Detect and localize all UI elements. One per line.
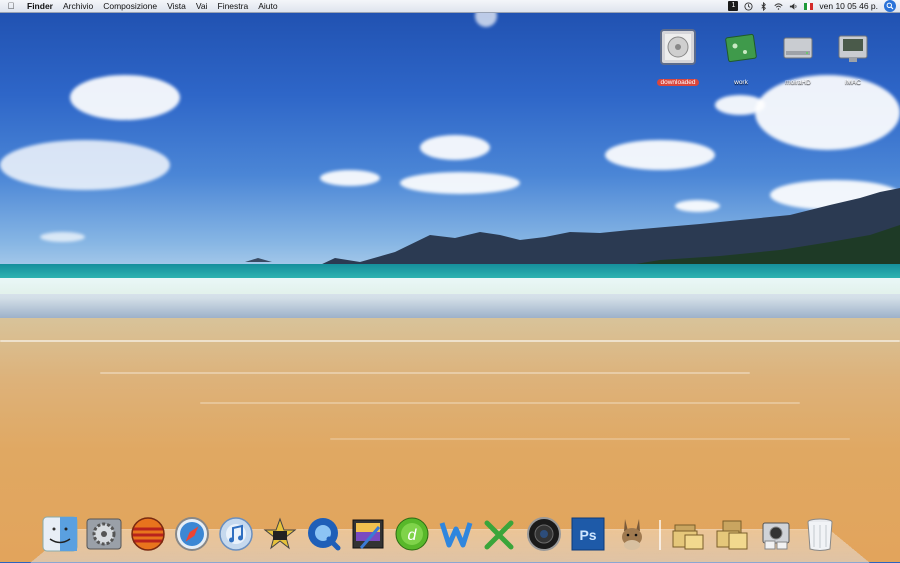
cloud (70, 75, 180, 120)
dock-finder[interactable] (40, 514, 80, 554)
desktop-icon-work[interactable]: work (716, 30, 766, 89)
disk-image-icon (660, 29, 696, 65)
foam-line (0, 340, 900, 342)
desktop-icon-moirahd[interactable]: moiraHD (773, 30, 823, 89)
safari-icon (175, 517, 209, 551)
firefox-icon (131, 517, 165, 551)
foam-line (100, 372, 750, 374)
menu-vista[interactable]: Vista (162, 1, 191, 11)
dock-applications-stack[interactable] (668, 514, 708, 554)
imovie-icon (263, 517, 297, 550)
dock-trash[interactable] (800, 514, 840, 554)
drive-green-icon (725, 33, 757, 63)
desktop-icon-label: moiraHD (785, 79, 811, 86)
dock-downloads-stack[interactable] (756, 514, 796, 554)
dock-photoshop[interactable]: Ps (568, 514, 608, 554)
menu-bar:  Finder Archivio Composizione Vista Vai… (0, 0, 900, 13)
dreamweaver-icon: d (395, 517, 429, 551)
desktop-icon-label: work (734, 79, 748, 86)
dock: d Ps (40, 508, 840, 554)
apple-menu-icon[interactable]:  (0, 1, 22, 11)
quicktime-icon (308, 518, 341, 551)
menu-composizione[interactable]: Composizione (98, 1, 162, 11)
dock-separator (656, 514, 664, 554)
desktop-icon-label: iMAC (845, 79, 861, 86)
system-preferences-icon (86, 518, 122, 550)
dock-aperture[interactable] (524, 514, 564, 554)
menubar-clock[interactable]: ven 10 05 46 p. (819, 1, 878, 11)
menu-vai[interactable]: Vai (191, 1, 213, 11)
cloud (420, 135, 490, 160)
svg-text:d: d (408, 527, 418, 544)
itunes-icon (219, 517, 253, 551)
wifi-icon[interactable] (774, 2, 783, 11)
svg-text:Ps: Ps (579, 527, 596, 543)
dock-amule[interactable] (612, 514, 652, 554)
word-icon (439, 522, 473, 548)
dock-system-preferences[interactable] (84, 514, 124, 554)
excel-icon (484, 520, 514, 550)
dock-iphoto[interactable] (348, 514, 388, 554)
foam-line (330, 438, 850, 440)
camera-app-icon (762, 522, 790, 550)
desktop-icon-label: downloaded (657, 79, 699, 86)
desktop-icon-downloaded[interactable]: downloaded (653, 28, 703, 89)
iphoto-icon (352, 519, 384, 549)
volume-icon[interactable] (789, 2, 798, 11)
bluetooth-icon[interactable] (759, 1, 768, 11)
foam-line (200, 402, 800, 404)
mountains (245, 188, 900, 275)
aperture-icon (527, 517, 561, 551)
folder-stack-icon (672, 524, 704, 550)
trash-icon (807, 518, 833, 551)
menu-app-finder[interactable]: Finder (22, 1, 58, 11)
dock-dreamweaver[interactable]: d (392, 514, 432, 554)
menu-aiuto[interactable]: Aiuto (253, 1, 282, 11)
dock-firefox[interactable] (128, 514, 168, 554)
spotlight-icon[interactable] (884, 0, 896, 12)
dock-itunes[interactable] (216, 514, 256, 554)
finder-icon (42, 516, 78, 552)
dock-imovie[interactable] (260, 514, 300, 554)
spotlight-badge-icon[interactable]: 1 (728, 1, 739, 11)
flag-italy-icon[interactable] (804, 2, 814, 10)
menu-extras: 1 ven 10 05 46 p. (728, 0, 896, 12)
dock-excel[interactable] (480, 514, 520, 554)
amule-icon (622, 519, 642, 550)
cloud (605, 140, 715, 170)
menu-archivio[interactable]: Archivio (58, 1, 98, 11)
desktop-icon-imac[interactable]: iMAC (828, 30, 878, 89)
dock-safari[interactable] (172, 514, 212, 554)
dock-word[interactable] (436, 514, 476, 554)
menu-finestra[interactable]: Finestra (213, 1, 254, 11)
hard-drive-icon (783, 37, 813, 59)
dock-quicktime[interactable] (304, 514, 344, 554)
time-machine-icon[interactable] (744, 1, 753, 11)
dock-documents-stack[interactable] (712, 514, 752, 554)
photoshop-icon: Ps (571, 517, 605, 551)
hard-drive-icon (838, 35, 868, 62)
folder-stack-icon (716, 520, 748, 550)
